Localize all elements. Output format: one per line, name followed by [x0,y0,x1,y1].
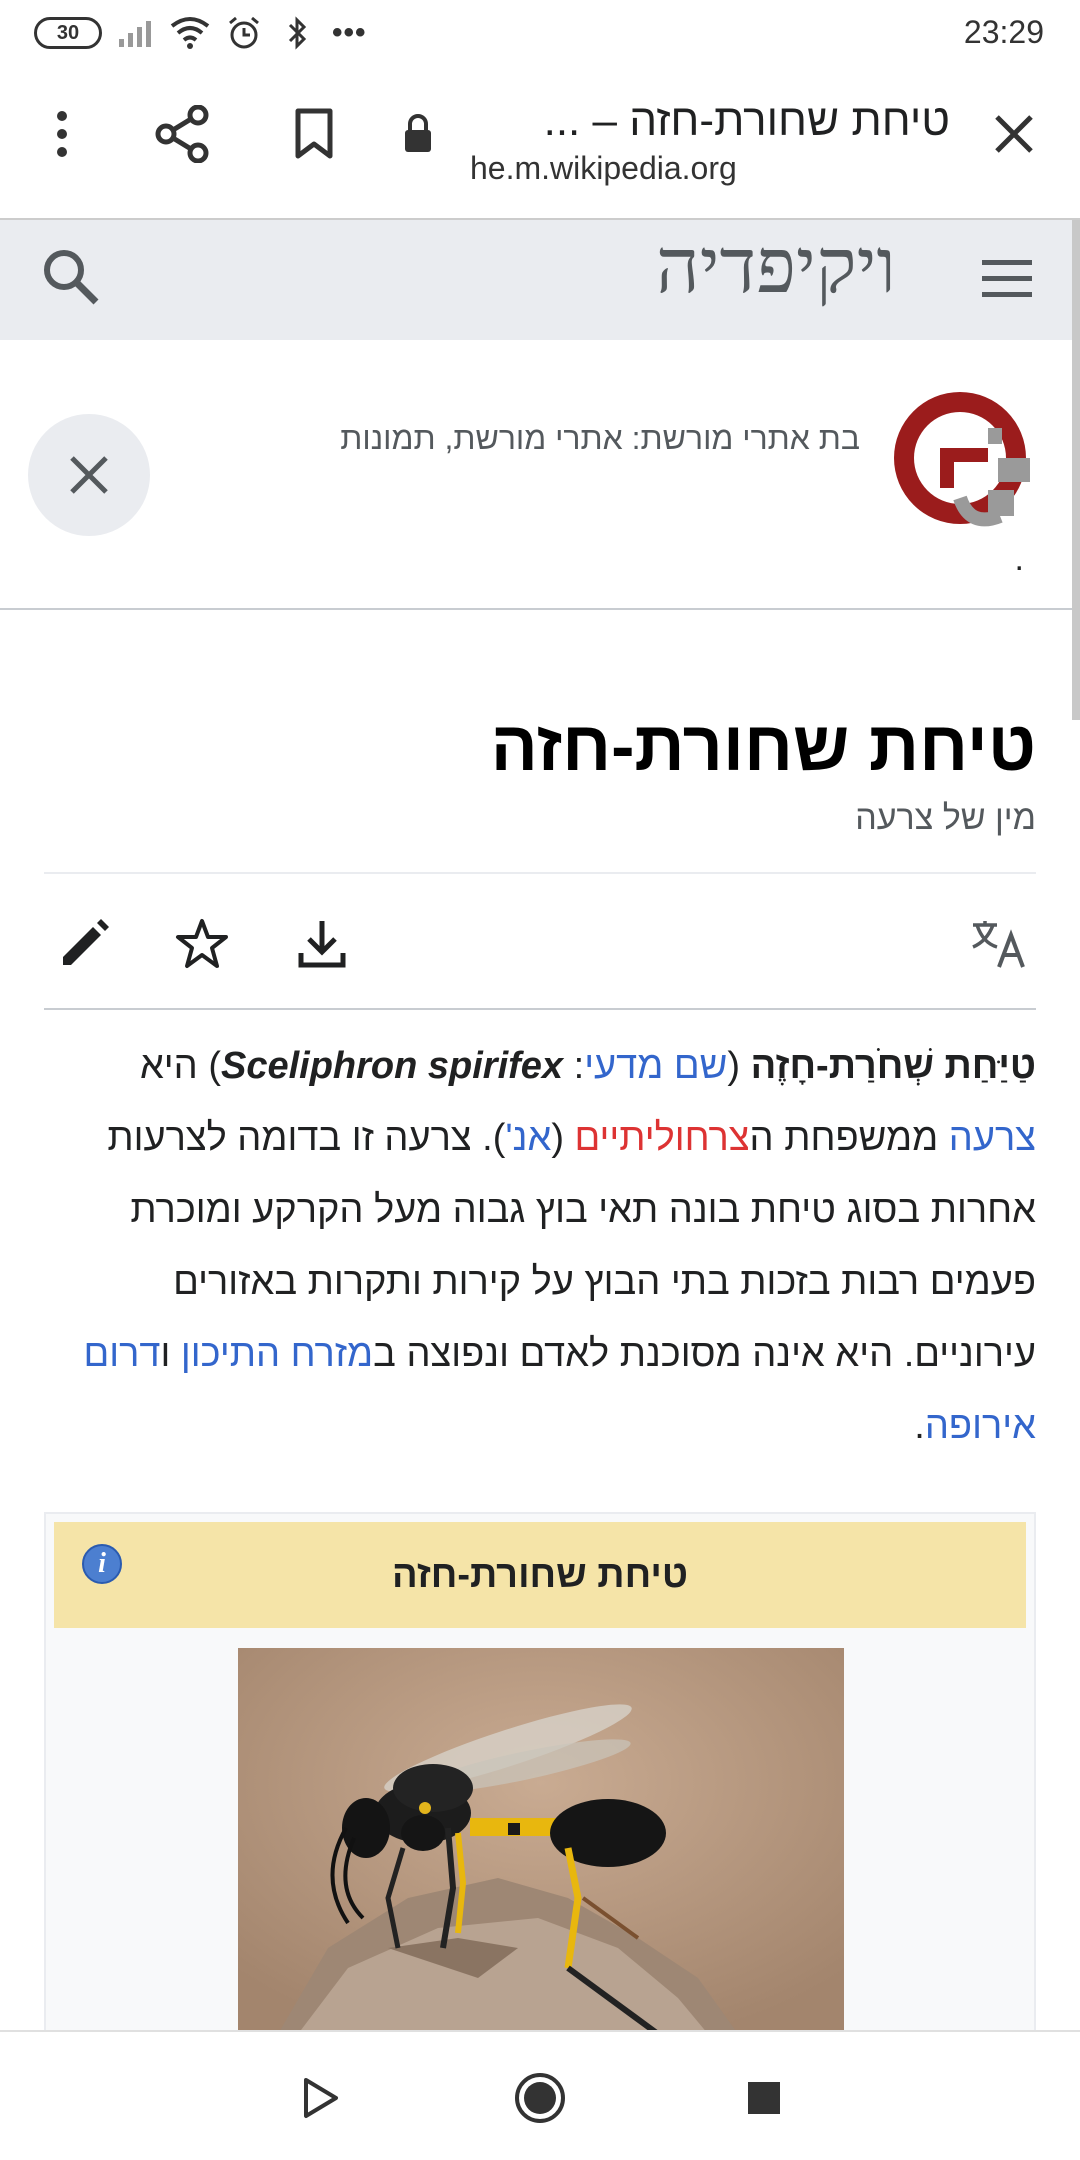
download-icon[interactable] [292,914,352,974]
more-notifications-icon: ••• [332,16,367,49]
page-actions [44,872,1036,1010]
lead-text: ( [551,1117,575,1159]
browser-toolbar: טיחת שחורת-חזה – ... he.m.wikipedia.org [0,66,1080,220]
bookmark-icon[interactable] [282,102,346,166]
info-icon[interactable]: i [82,1544,122,1584]
bluetooth-icon [278,13,318,53]
taxobox-title-text: טיחת שחורת-חזה [391,1553,689,1596]
wasp-photo[interactable] [238,1648,844,2034]
lead-text: ו [160,1333,181,1375]
status-bar: 30 ••• 23:29 [0,0,1080,66]
heritage-logo-icon [890,388,1040,538]
back-icon[interactable] [290,2068,350,2128]
lock-icon[interactable] [386,102,450,166]
wiki-header: ויקיפדיה [0,220,1076,340]
link-scientific-name[interactable]: שם מדעי [584,1045,727,1087]
wikipedia-wordmark[interactable]: ויקיפדיה [656,224,896,311]
search-icon[interactable] [40,246,104,310]
lead-term: טַיַּחַת שְׁחֹרַת-חָזֶה [750,1045,1036,1087]
lead-text: היא [139,1045,209,1087]
clock: 23:29 [963,14,1044,50]
link-middle-east[interactable]: מזרח התיכון [181,1333,373,1375]
page-title: טיחת שחורת-חזה [490,707,1036,785]
lead-text: ממשפחת ה [749,1117,949,1159]
scientific-name: Sceliphron spirifex [220,1045,564,1087]
menu-icon[interactable] [980,256,1036,306]
language-icon[interactable] [968,914,1032,974]
lead-text: : [563,1045,585,1087]
wifi-icon [170,13,210,53]
lead-text: ( [727,1045,751,1087]
address-bar[interactable]: טיחת שחורת-חזה – ... he.m.wikipedia.org [470,96,950,187]
article: טיחת שחורת-חזה מין של צרעה טַיַּחַת שְׁח… [44,610,1036,1462]
page-title-in-toolbar: טיחת שחורת-חזה – ... [543,96,950,145]
home-icon[interactable] [510,2068,570,2128]
page-subtitle: מין של צרעה [855,799,1036,837]
more-options-icon[interactable] [30,102,94,166]
edit-icon[interactable] [54,914,114,974]
close-banner-button[interactable] [28,414,150,536]
close-icon [70,456,108,494]
lead-text: . [914,1405,925,1447]
url-domain: he.m.wikipedia.org [470,150,737,186]
link-english[interactable]: אנ' [505,1117,551,1159]
link-wasp[interactable]: צרעה [949,1117,1036,1159]
banner-dot: . [1014,540,1024,578]
alarm-icon [224,13,264,53]
watch-star-icon[interactable] [172,914,232,974]
page-scrollbar[interactable] [1072,220,1080,720]
lead-paragraph: טַיַּחַת שְׁחֹרַת-חָזֶה (שם מדעי: Scelip… [44,1030,1036,1462]
banner-text[interactable]: בת אתרי מורשת: אתרי מורשת, תמונות [340,420,860,457]
battery-indicator: 30 [34,17,102,49]
system-nav-bar [0,2030,1080,2160]
recents-icon[interactable] [734,2068,794,2128]
share-icon[interactable] [150,102,214,166]
signal-icon [116,13,156,53]
close-tab-icon[interactable] [982,102,1046,166]
lead-text: ) [208,1045,221,1087]
site-notice-banner: בת אתרי מורשת: אתרי מורשת, תמונות . [0,340,1080,610]
link-family-redlink[interactable]: צרחוליתיים [575,1117,750,1159]
taxobox: טיחת שחורת-חזה i [44,1512,1036,2034]
taxobox-title: טיחת שחורת-חזה i [54,1522,1026,1628]
